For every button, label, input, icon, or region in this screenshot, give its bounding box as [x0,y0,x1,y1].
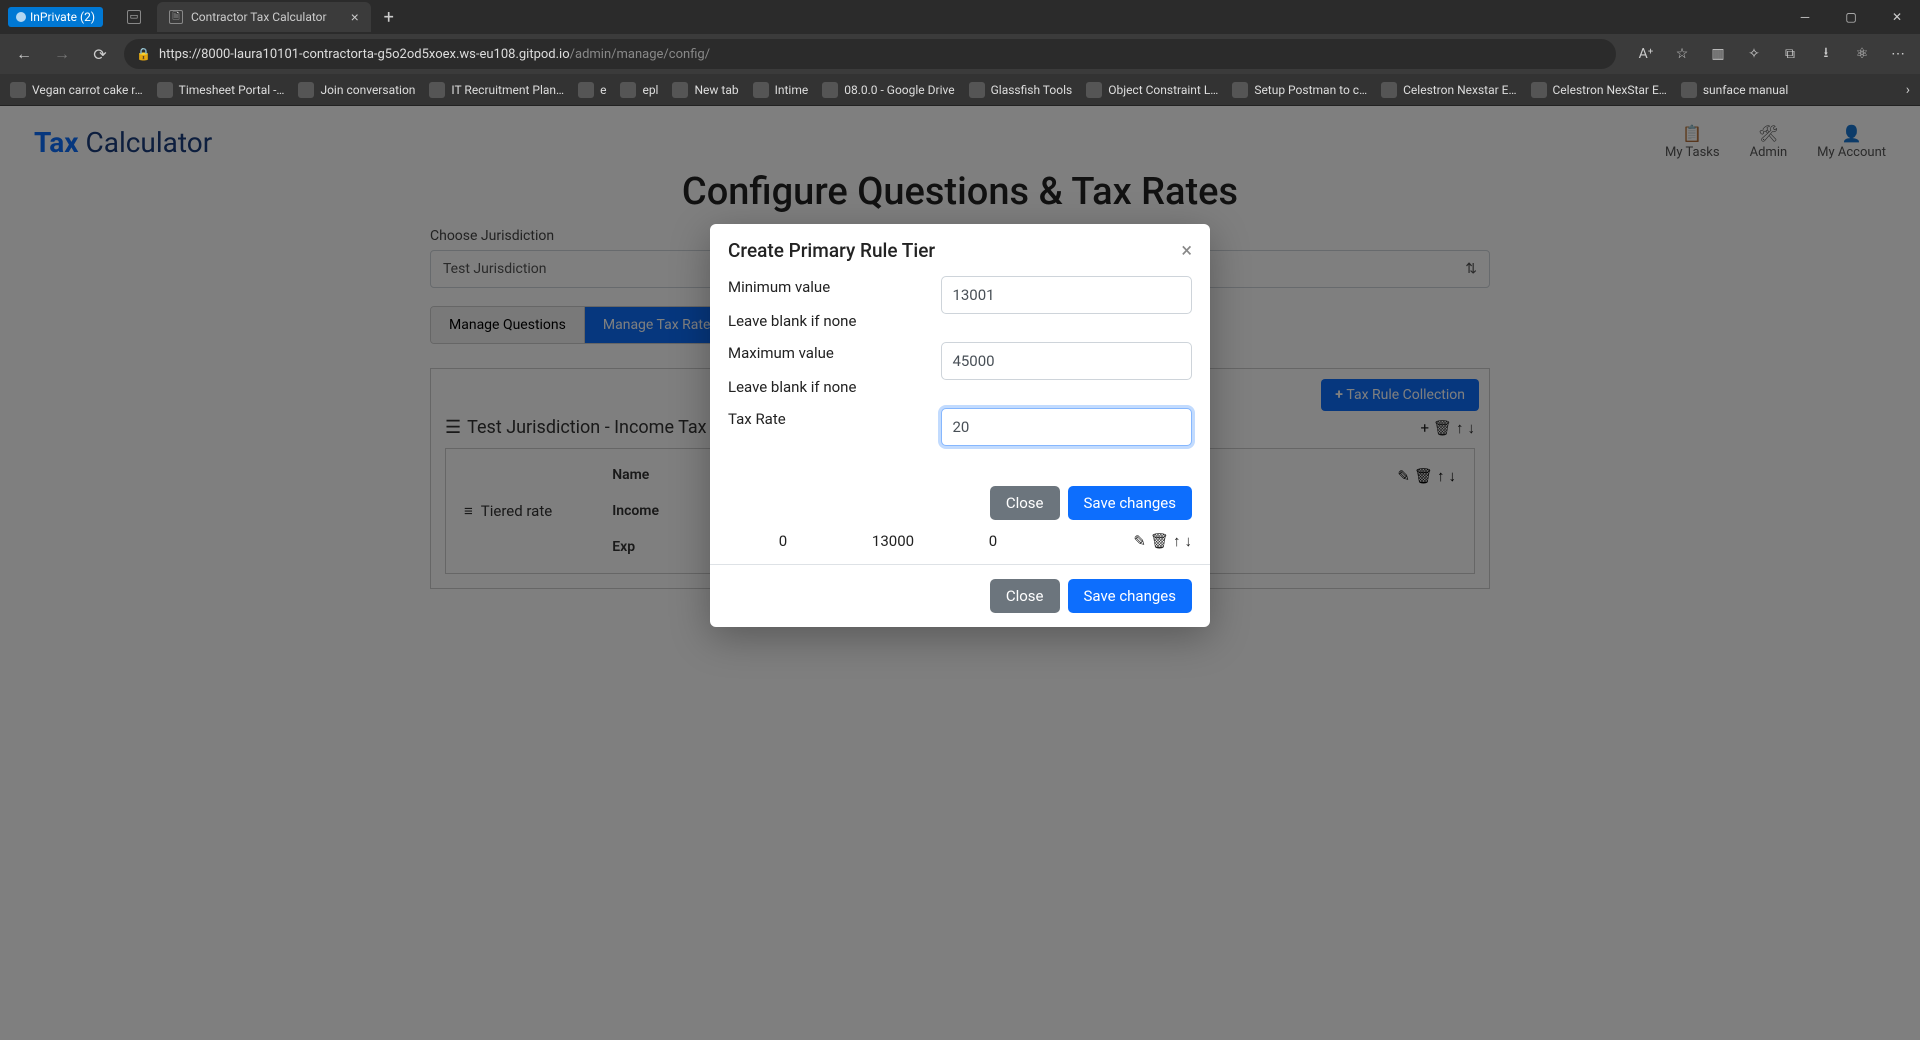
forward-button[interactable]: → [48,40,76,68]
min-value-input[interactable] [941,276,1192,314]
window-controls: ─ ▢ ✕ [1782,0,1920,34]
split-icon[interactable]: ▥ [1706,42,1730,66]
tier-max: 13000 [838,532,948,550]
url-path: /admin/manage/config/ [570,47,710,62]
bookmark-icon [969,82,985,98]
max-value-hint: Leave blank if none [728,378,941,396]
save-changes-button[interactable]: Save changes [1068,579,1192,613]
bookmark-item[interactable]: Timesheet Portal -… [157,82,285,98]
bookmark-icon [1086,82,1102,98]
favorite-icon[interactable]: ☆ [1670,42,1694,66]
close-window-button[interactable]: ✕ [1874,0,1920,34]
modal-close-button[interactable]: × [1181,238,1192,262]
bookmark-item[interactable]: Setup Postman to c… [1232,82,1367,98]
move-down-icon[interactable]: ↓ [1185,532,1193,550]
bookmark-icon [822,82,838,98]
tab-title: Contractor Tax Calculator [191,10,327,24]
max-value-label: Maximum value [728,344,941,362]
browser-titlebar: InPrivate (2) ▭ 🗎 Contractor Tax Calcula… [0,0,1920,34]
maximize-button[interactable]: ▢ [1828,0,1874,34]
bookmark-item[interactable]: Glassfish Tools [969,82,1073,98]
browser-tab-collections[interactable]: ▭ [115,2,153,32]
bookmark-item[interactable]: Intime [753,82,809,98]
close-icon[interactable]: × [351,9,359,25]
bookmark-item[interactable]: Celestron NexStar E… [1531,82,1667,98]
tier-min: 0 [728,532,838,550]
bookmark-icon [1232,82,1248,98]
bookmark-icon [1681,82,1697,98]
bookmark-item[interactable]: epl [620,82,658,98]
save-changes-button-upper[interactable]: Save changes [1068,486,1192,520]
bookmark-icon [298,82,314,98]
bookmark-item[interactable]: IT Recruitment Plan… [429,82,564,98]
max-value-input[interactable] [941,342,1192,380]
close-button[interactable]: Close [990,579,1060,613]
min-value-label: Minimum value [728,278,941,296]
browser-toolbar: ← → ⟳ 🔒 https://8000-laura10101-contract… [0,34,1920,74]
collections-bar-icon[interactable]: ⧉ [1778,42,1802,66]
extensions-icon[interactable]: ⚛ [1850,42,1874,66]
page-icon: 🗎 [169,10,183,24]
browser-tab-active[interactable]: 🗎 Contractor Tax Calculator × [157,2,371,32]
back-button[interactable]: ← [10,40,38,68]
menu-icon[interactable]: ⋯ [1886,42,1910,66]
bookmark-item[interactable]: Join conversation [298,82,415,98]
min-value-hint: Leave blank if none [728,312,941,330]
bookmark-item[interactable]: e [578,82,606,98]
bookmark-icon [753,82,769,98]
favorites-bar-icon[interactable]: ✧ [1742,42,1766,66]
bookmark-icon [157,82,173,98]
bookmark-item[interactable]: Celestron Nexstar E… [1381,82,1516,98]
bookmark-icon [429,82,445,98]
delete-icon[interactable]: 🗑 [1150,532,1169,550]
move-up-icon[interactable]: ↑ [1173,532,1181,550]
bookmark-item[interactable]: sunface manual [1681,82,1789,98]
bookmark-icon [1531,82,1547,98]
inprivate-badge[interactable]: InPrivate (2) [8,7,103,27]
existing-tier-row: 0 13000 0 ✎ 🗑 ↑ ↓ [710,532,1210,564]
create-primary-rule-tier-modal: Create Primary Rule Tier × Minimum value… [710,224,1210,627]
edit-icon[interactable]: ✎ [1133,532,1146,550]
read-aloud-icon[interactable]: A⁺ [1634,42,1658,66]
tab-strip: ▭ 🗎 Contractor Tax Calculator × + [115,2,403,32]
tax-rate-input[interactable] [941,408,1192,446]
bookmark-icon [672,82,688,98]
modal-title: Create Primary Rule Tier [728,239,935,262]
minimize-button[interactable]: ─ [1782,0,1828,34]
bookmark-icon [1381,82,1397,98]
lock-icon: 🔒 [136,47,151,61]
address-bar[interactable]: 🔒 https://8000-laura10101-contractorta-g… [124,39,1616,69]
bookmark-icon [10,82,26,98]
tax-rate-label: Tax Rate [728,410,941,428]
bookmark-item[interactable]: New tab [672,82,738,98]
bookmark-icon [620,82,636,98]
bookmark-item[interactable]: Object Constraint L… [1086,82,1218,98]
url-host: https://8000-laura10101-contractorta-g5o… [159,47,570,62]
bookmarks-bar: Vegan carrot cake r… Timesheet Portal -…… [0,74,1920,106]
inprivate-label: InPrivate (2) [30,10,95,24]
collections-icon: ▭ [127,10,141,24]
new-tab-button[interactable]: + [375,3,403,31]
bookmark-icon [578,82,594,98]
bookmarks-overflow[interactable]: › [1906,82,1910,98]
tier-rate: 0 [948,532,1038,550]
downloads-icon[interactable]: ⭳ [1814,42,1838,66]
close-button-upper[interactable]: Close [990,486,1060,520]
bookmark-item[interactable]: Vegan carrot cake r… [10,82,143,98]
refresh-button[interactable]: ⟳ [86,40,114,68]
bookmark-item[interactable]: 08.0.0 - Google Drive [822,82,954,98]
